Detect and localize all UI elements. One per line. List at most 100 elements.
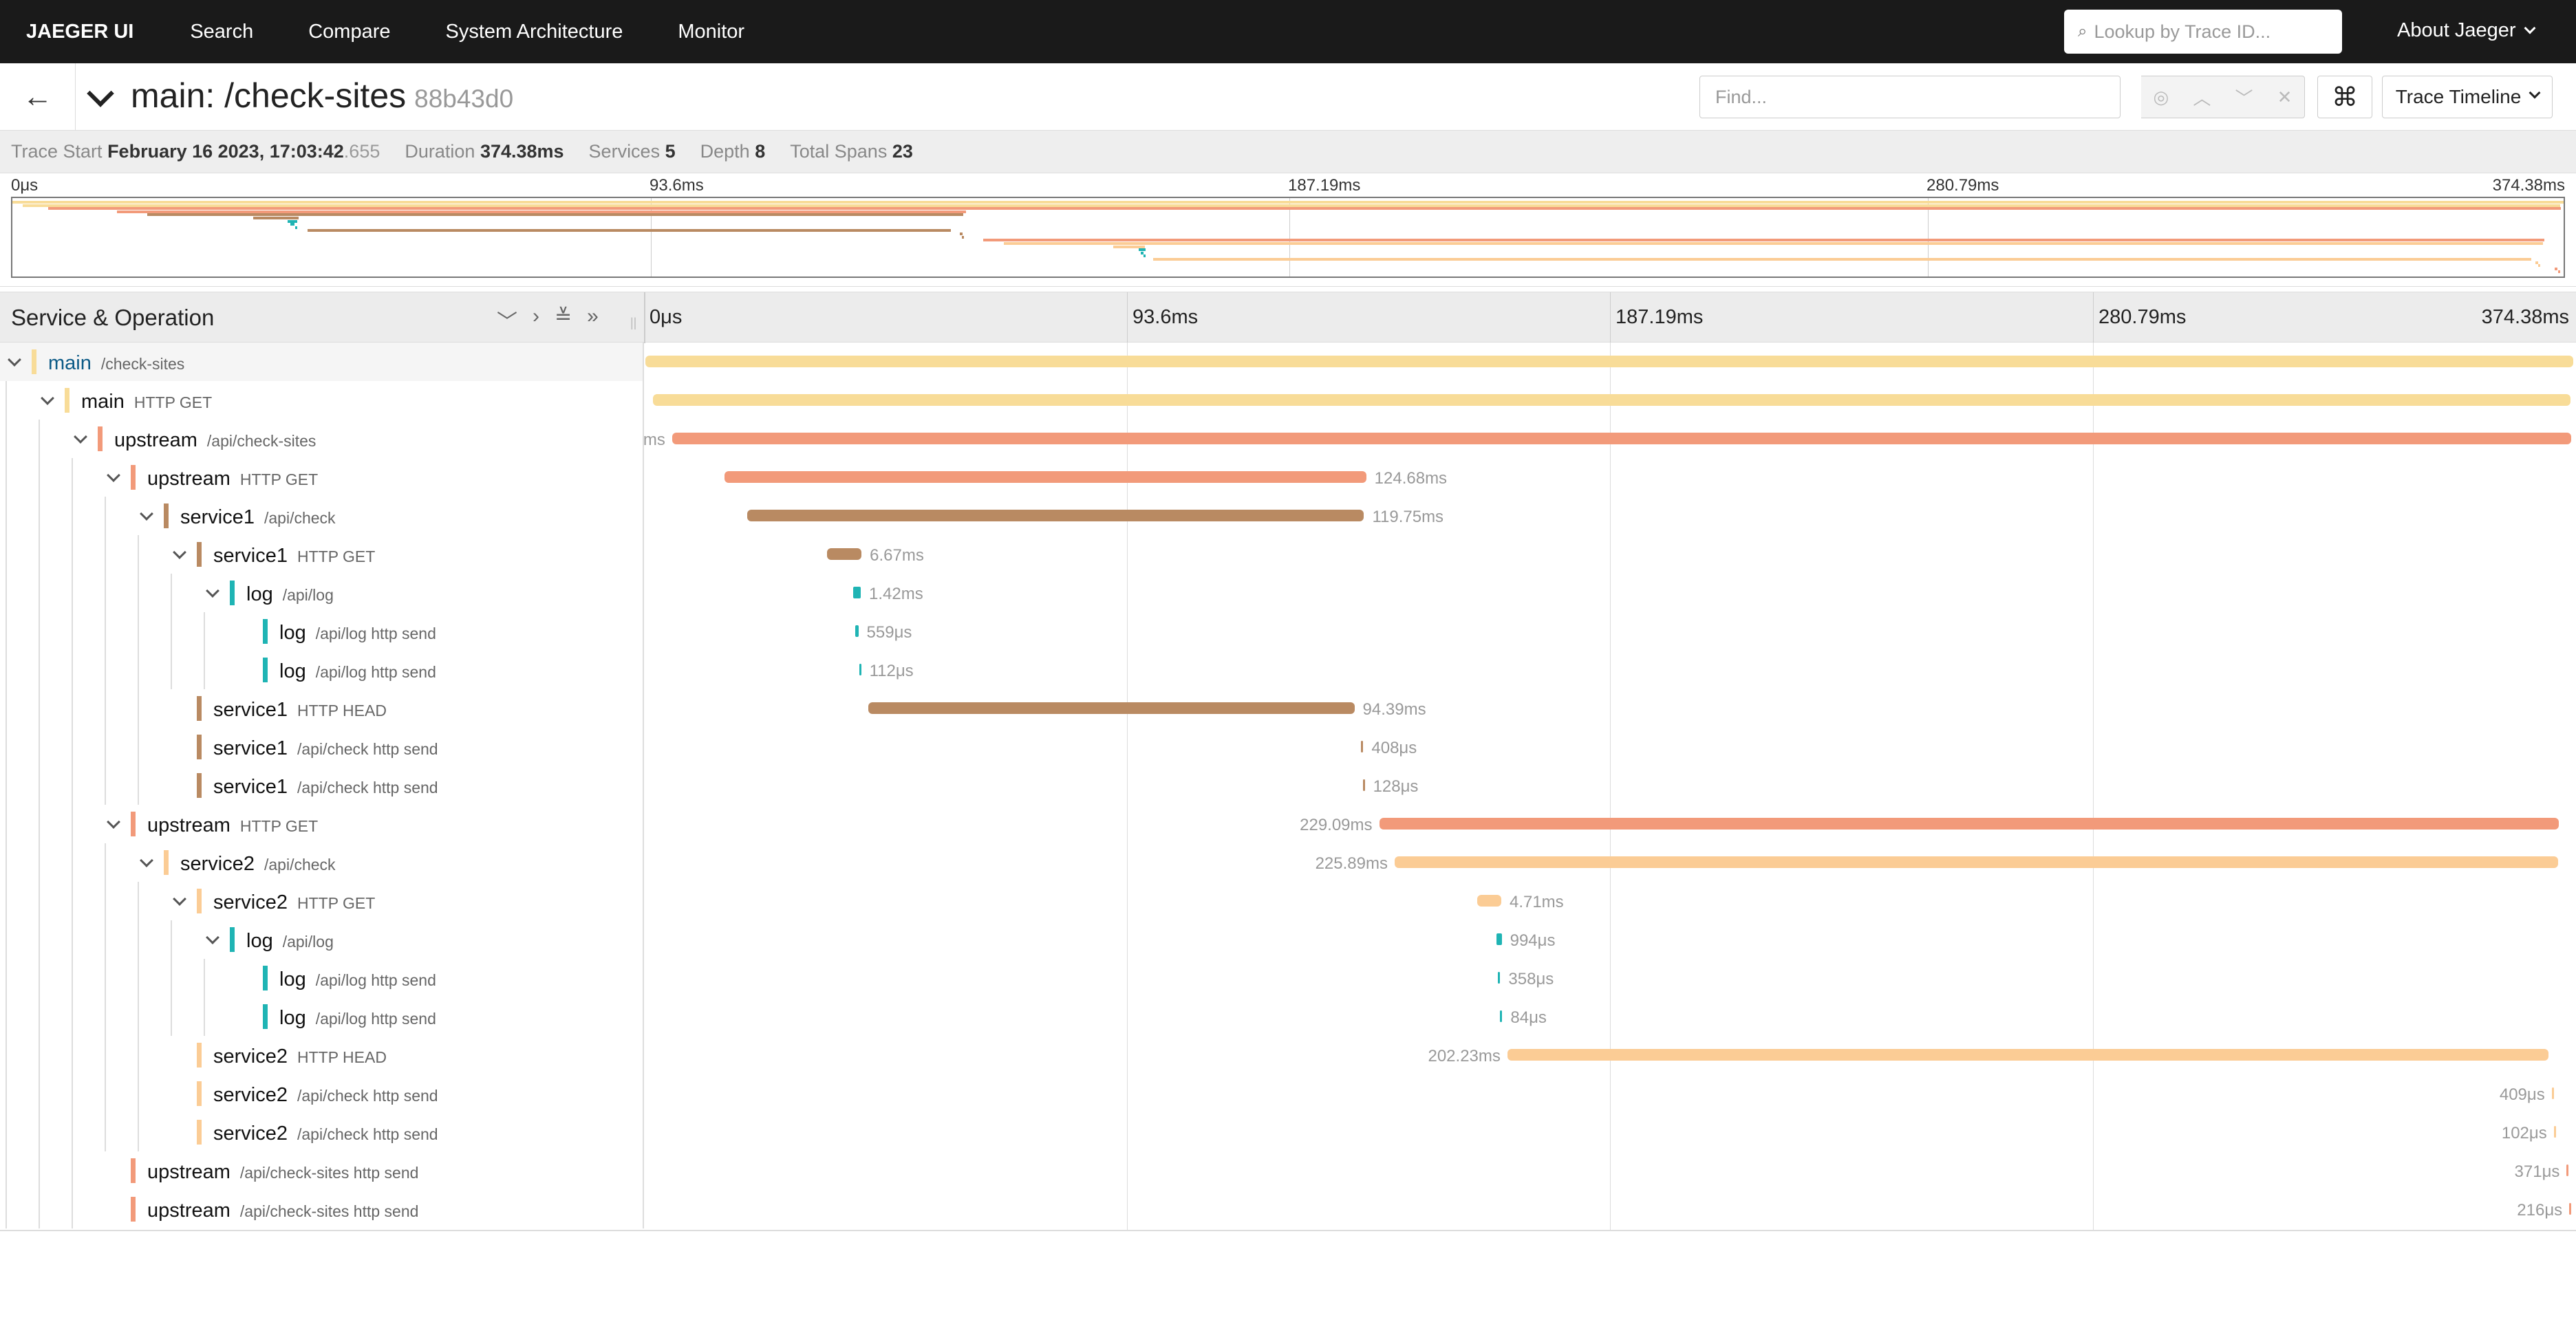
span-service-operation[interactable]: service2 HTTP GET	[213, 891, 375, 914]
span-service-operation[interactable]: log/api/log	[246, 583, 334, 606]
span-row[interactable]: main HTTP GET	[0, 381, 2576, 420]
span-row[interactable]: upstream HTTP GET 124.68ms	[0, 458, 2576, 497]
collapse-all-icon[interactable]: ≚	[555, 305, 572, 335]
span-name-cell[interactable]: upstream HTTP GET	[0, 805, 644, 843]
span-bar[interactable]	[1362, 779, 1365, 791]
span-bar[interactable]	[2553, 1126, 2556, 1138]
span-row[interactable]: log/api/log http send 559μs	[0, 612, 2576, 651]
span-name-cell[interactable]: log/api/log http send	[0, 997, 644, 1036]
span-name-cell[interactable]: service2/api/check	[0, 843, 644, 882]
about-jaeger-menu[interactable]: About Jaeger	[2397, 19, 2536, 42]
expand-chevron-icon[interactable]	[140, 507, 153, 521]
span-service-operation[interactable]: log/api/log http send	[279, 1007, 436, 1030]
span-name-cell[interactable]: upstream/api/check-sites http send	[0, 1151, 644, 1190]
expand-chevron-icon[interactable]	[140, 854, 153, 867]
span-service-operation[interactable]: service2/api/check http send	[213, 1084, 438, 1107]
span-bar[interactable]	[2569, 1203, 2572, 1215]
span-name-cell[interactable]: log/api/log http send	[0, 651, 644, 689]
close-icon[interactable]: ✕	[2277, 87, 2293, 108]
span-bar[interactable]	[645, 356, 2573, 367]
span-row[interactable]: log/api/log 1.42ms	[0, 574, 2576, 612]
nav-monitor[interactable]: Monitor	[678, 21, 744, 43]
span-service-operation[interactable]: upstream/api/check-sites	[114, 429, 316, 452]
span-service-operation[interactable]: log/api/log	[246, 930, 334, 953]
minimap-canvas[interactable]	[11, 197, 2565, 278]
span-name-cell[interactable]: service2 HTTP GET	[0, 882, 644, 920]
span-bar[interactable]	[1500, 1010, 1503, 1022]
back-button[interactable]: ←	[0, 63, 76, 131]
span-row[interactable]: main/check-sites	[0, 343, 2576, 381]
span-service-operation[interactable]: service1 HTTP HEAD	[213, 699, 387, 722]
keyboard-shortcuts-button[interactable]: ⌘	[2317, 76, 2372, 118]
span-bar[interactable]	[1507, 1049, 2549, 1061]
span-name-cell[interactable]: main/check-sites	[0, 343, 644, 381]
span-bar[interactable]	[827, 548, 862, 560]
nav-search[interactable]: Search	[190, 21, 253, 43]
expand-chevron-icon[interactable]	[8, 353, 21, 367]
span-name-cell[interactable]: service2/api/check http send	[0, 1074, 644, 1113]
span-row[interactable]: log/api/log http send 112μs	[0, 651, 2576, 689]
expand-chevron-icon[interactable]	[173, 545, 186, 559]
span-name-cell[interactable]: main HTTP GET	[0, 381, 644, 420]
span-name-cell[interactable]: upstream HTTP GET	[0, 458, 644, 497]
span-service-operation[interactable]: upstream HTTP GET	[147, 468, 318, 490]
span-service-operation[interactable]: log/api/log http send	[279, 622, 436, 644]
collapse-chevron-icon[interactable]	[87, 80, 114, 107]
span-row[interactable]: upstream/api/check-sites http send 216μs	[0, 1190, 2576, 1228]
expand-one-icon[interactable]: ›	[533, 305, 539, 335]
span-row[interactable]: upstream HTTP GET 229.09ms	[0, 805, 2576, 843]
column-divider[interactable]	[644, 292, 645, 343]
span-row[interactable]: upstream/api/check-sites http send 371μs	[0, 1151, 2576, 1190]
find-input[interactable]: Find...	[1699, 76, 2121, 118]
span-row[interactable]: service1/api/check http send 128μs	[0, 766, 2576, 805]
span-service-operation[interactable]: upstream/api/check-sites http send	[147, 1161, 418, 1184]
span-bar[interactable]	[1477, 895, 1501, 907]
span-row[interactable]: service2 HTTP GET 4.71ms	[0, 882, 2576, 920]
span-bar[interactable]	[1498, 972, 1501, 984]
span-bar[interactable]	[853, 587, 861, 598]
span-bar[interactable]	[2551, 1087, 2554, 1099]
span-service-operation[interactable]: upstream/api/check-sites http send	[147, 1200, 418, 1222]
span-row[interactable]: service1 HTTP HEAD 94.39ms	[0, 689, 2576, 728]
span-bar[interactable]	[1379, 818, 2559, 830]
span-name-cell[interactable]: log/api/log http send	[0, 612, 644, 651]
collapse-one-icon[interactable]: ﹀	[497, 305, 517, 335]
span-row[interactable]: log/api/log 994μs	[0, 920, 2576, 959]
span-bar[interactable]	[855, 625, 859, 637]
span-service-operation[interactable]: service1/api/check	[180, 506, 336, 529]
span-bar[interactable]	[1361, 741, 1364, 752]
span-name-cell[interactable]: service2 HTTP HEAD	[0, 1036, 644, 1074]
span-name-cell[interactable]: log/api/log	[0, 574, 644, 612]
span-service-operation[interactable]: log/api/log http send	[279, 968, 436, 991]
span-bar[interactable]	[724, 471, 1366, 483]
span-name-cell[interactable]: service2/api/check http send	[0, 1113, 644, 1151]
span-name-cell[interactable]: service1/api/check http send	[0, 728, 644, 766]
span-name-cell[interactable]: upstream/api/check-sites	[0, 420, 644, 458]
span-row[interactable]: service1/api/check 119.75ms	[0, 497, 2576, 535]
chevron-up-icon[interactable]: ︿	[2193, 85, 2211, 110]
span-name-cell[interactable]: upstream/api/check-sites http send	[0, 1190, 644, 1228]
span-bar[interactable]	[859, 664, 861, 675]
span-service-operation[interactable]: service2 HTTP HEAD	[213, 1045, 387, 1068]
span-service-operation[interactable]: service1/api/check http send	[213, 776, 438, 799]
span-name-cell[interactable]: service1 HTTP HEAD	[0, 689, 644, 728]
trace-minimap[interactable]: 0μs 93.6ms 187.19ms 280.79ms 374.38ms	[0, 173, 2576, 287]
expand-chevron-icon[interactable]	[107, 815, 120, 829]
span-service-operation[interactable]: main/check-sites	[48, 352, 184, 375]
span-row[interactable]: service2/api/check http send 102μs	[0, 1113, 2576, 1151]
expand-all-icon[interactable]: »	[587, 305, 599, 335]
span-service-operation[interactable]: service2/api/check http send	[213, 1123, 438, 1145]
span-row[interactable]: log/api/log http send 358μs	[0, 959, 2576, 997]
span-row[interactable]: service2 HTTP HEAD 202.23ms	[0, 1036, 2576, 1074]
span-bar[interactable]	[672, 433, 2572, 444]
span-row[interactable]: service2/api/check 225.89ms	[0, 843, 2576, 882]
span-bar[interactable]	[868, 702, 1355, 714]
span-service-operation[interactable]: main HTTP GET	[81, 391, 212, 413]
span-service-operation[interactable]: log/api/log http send	[279, 660, 436, 683]
expand-chevron-icon[interactable]	[74, 430, 87, 444]
span-row[interactable]: log/api/log http send 84μs	[0, 997, 2576, 1036]
resize-handle-icon[interactable]: ||	[630, 316, 636, 330]
span-row[interactable]: service1 HTTP GET 6.67ms	[0, 535, 2576, 574]
span-bar[interactable]	[2566, 1164, 2569, 1176]
span-row[interactable]: upstream/api/check-sites ms	[0, 420, 2576, 458]
